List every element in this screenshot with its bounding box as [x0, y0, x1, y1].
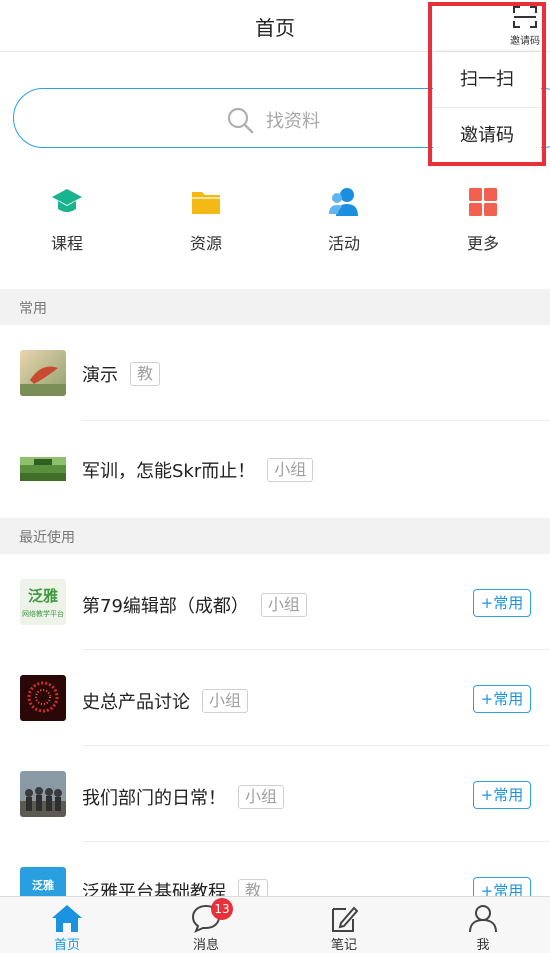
top-nav-bar: 首页 邀请码 — [0, 0, 550, 52]
person-icon — [469, 905, 497, 933]
scan-invite-button[interactable]: 邀请码 — [503, 4, 547, 48]
quick-link-label: 更多 — [466, 234, 499, 253]
item-name: 第79编辑部（成都） — [82, 596, 249, 617]
list-item[interactable]: 泛雅 网络教学平台 第79编辑部（成都） 小组 +常用 — [0, 554, 550, 650]
item-title: 史总产品讨论 小组 — [82, 688, 249, 714]
quick-link-activities[interactable]: 活动 — [289, 186, 399, 256]
add-to-frequent-button[interactable]: +常用 — [473, 781, 531, 809]
quick-link-label: 资源 — [189, 234, 222, 253]
tab-label: 我 — [476, 938, 490, 953]
item-title: 军训，怎能Skr而止！ 小组 — [82, 457, 314, 483]
quick-link-more[interactable]: 更多 — [428, 186, 538, 256]
thumb-logo-text: 泛雅 — [32, 879, 54, 892]
search-icon — [227, 107, 254, 134]
section-title: 常用 — [19, 301, 47, 317]
item-type-tag: 小组 — [202, 689, 249, 713]
quick-link-resources[interactable]: 资源 — [151, 186, 261, 256]
thumb-logo-text: 泛雅 — [27, 587, 58, 605]
item-name: 史总产品讨论 — [82, 692, 190, 713]
item-type-tag: 小组 — [238, 785, 285, 809]
section-title: 最近使用 — [19, 530, 75, 546]
scan-frame-icon — [513, 6, 537, 28]
menu-item-scan[interactable]: 扫一扫 — [433, 52, 541, 107]
item-thumbnail — [20, 771, 66, 817]
quick-link-label: 活动 — [327, 234, 360, 253]
list-item[interactable]: 军训，怎能Skr而止！ 小组 — [0, 421, 550, 517]
section-header-recent: 最近使用 — [0, 518, 550, 554]
scan-dropdown-menu: 扫一扫 邀请码 — [433, 52, 541, 162]
grid-icon — [469, 188, 497, 216]
item-name: 军训，怎能Skr而止！ — [82, 461, 256, 482]
item-title: 演示教 — [82, 361, 161, 387]
tab-notes[interactable]: 笔记 — [289, 897, 399, 953]
message-count-badge: 13 — [211, 898, 233, 920]
menu-item-invite-code[interactable]: 邀请码 — [433, 107, 541, 162]
note-icon — [332, 906, 359, 932]
item-thumbnail — [20, 675, 66, 721]
tab-messages[interactable]: 消息 — [151, 897, 261, 953]
add-to-frequent-button[interactable]: +常用 — [473, 589, 531, 617]
item-type-tag: 小组 — [267, 458, 314, 482]
quick-link-label: 课程 — [50, 234, 83, 253]
tab-me[interactable]: 我 — [428, 897, 538, 953]
item-type-tag: 教 — [130, 362, 161, 386]
folder-icon — [192, 192, 220, 214]
section-header-frequent: 常用 — [0, 289, 550, 325]
add-to-frequent-button[interactable]: +常用 — [473, 685, 531, 713]
bottom-tab-bar: 首页 消息 笔记 我 — [0, 896, 550, 953]
item-thumbnail — [20, 350, 66, 396]
item-thumbnail — [20, 457, 66, 481]
item-title: 我们部门的日常！ 小组 — [82, 784, 285, 810]
item-title: 第79编辑部（成都） 小组 — [82, 592, 307, 618]
page-title: 首页 — [255, 16, 295, 40]
thumb-logo-subtext: 网络教学平台 — [22, 610, 64, 618]
item-thumbnail: 泛雅 网络教学平台 — [20, 579, 66, 625]
people-icon — [329, 188, 358, 216]
search-placeholder: 找资料 — [266, 111, 320, 132]
item-name: 演示 — [82, 365, 118, 386]
home-icon — [52, 905, 82, 932]
tab-label: 笔记 — [330, 938, 357, 953]
item-type-tag: 小组 — [260, 593, 307, 617]
list-item[interactable]: 我们部门的日常！ 小组 +常用 — [0, 746, 550, 842]
invite-code-label: 邀请码 — [510, 36, 540, 47]
tab-home[interactable]: 首页 — [12, 897, 122, 953]
item-name: 我们部门的日常！ — [82, 788, 226, 809]
tab-label: 消息 — [192, 938, 219, 953]
graduation-cap-icon — [52, 189, 82, 212]
tab-label: 首页 — [53, 938, 80, 953]
list-item[interactable]: 演示教 — [0, 325, 550, 421]
list-item[interactable]: 史总产品讨论 小组 +常用 — [0, 650, 550, 746]
quick-link-courses[interactable]: 课程 — [12, 186, 122, 256]
